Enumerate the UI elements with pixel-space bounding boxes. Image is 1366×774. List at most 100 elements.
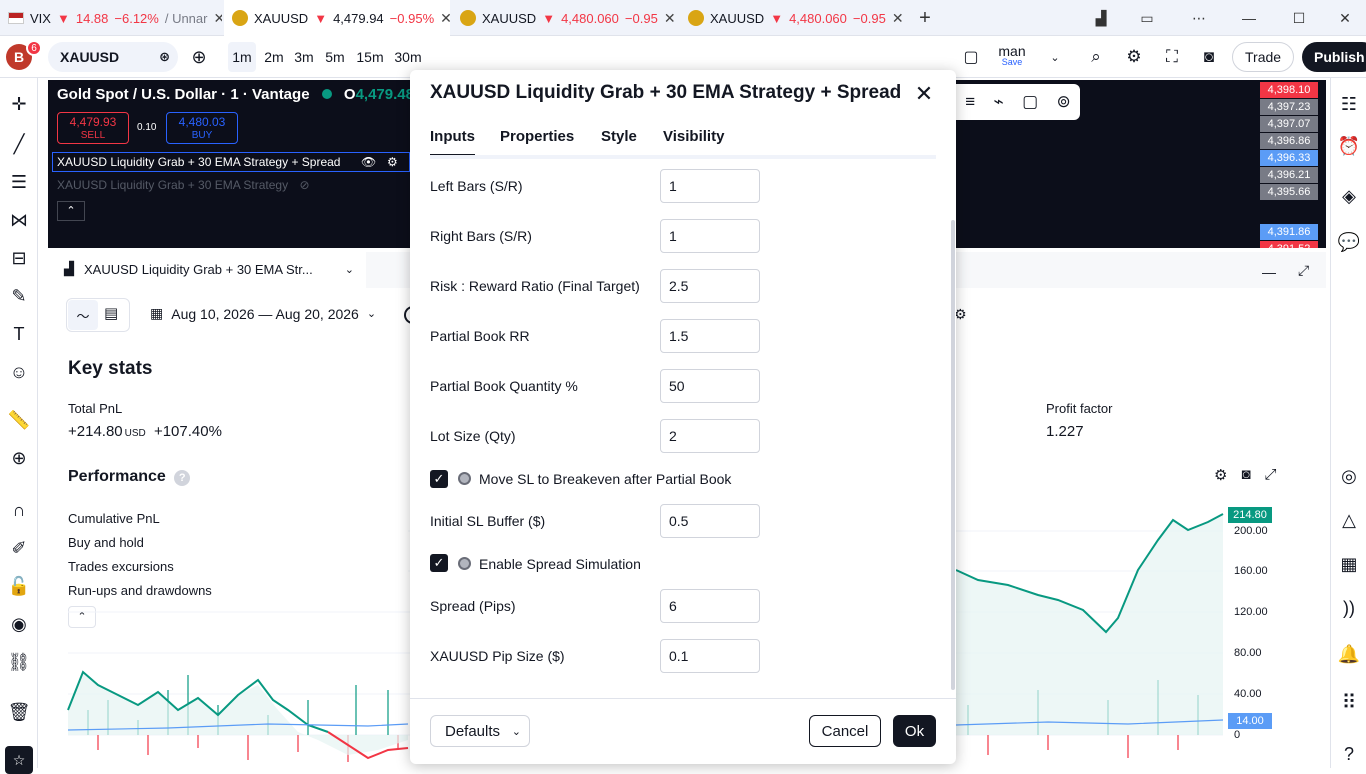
browser-tab-xauusd-3[interactable]: XAUUSD ▼ 4,480.060 −0.95 ✕ xyxy=(680,0,906,36)
trend-icon[interactable]: ⌁ xyxy=(993,92,1003,112)
watchlist-icon[interactable]: ☷ xyxy=(1335,90,1363,118)
pip-size-input[interactable]: 0.1 xyxy=(660,639,760,673)
alarm-icon[interactable]: ⏰ xyxy=(1335,132,1363,160)
link-icon[interactable]: ⛓ xyxy=(5,648,33,676)
sl-buffer-input[interactable]: 0.5 xyxy=(660,504,760,538)
compare-plus-icon[interactable]: ⊕ xyxy=(186,42,212,72)
horizontal-lines-icon[interactable]: ☰ xyxy=(5,168,33,196)
layout-square-icon[interactable]: ▢ xyxy=(960,42,982,72)
pattern-icon[interactable]: ⋈ xyxy=(5,206,33,234)
tab-visibility[interactable]: Visibility xyxy=(663,128,724,145)
defaults-dropdown[interactable]: Defaults ⌄ xyxy=(430,715,530,747)
search-icon[interactable]: ⌕ xyxy=(1084,42,1108,72)
rr-ratio-input[interactable]: 2.5 xyxy=(660,269,760,303)
collapse-legend-icon[interactable]: ⌃ xyxy=(57,201,85,221)
partial-book-qty-input[interactable]: 50 xyxy=(660,369,760,403)
trend-line-icon[interactable]: ╱ xyxy=(5,130,33,158)
interval-5m[interactable]: 5m xyxy=(323,42,347,72)
symbol-search[interactable]: XAUUSD ⊛ xyxy=(48,42,178,72)
spread-input[interactable]: 6 xyxy=(660,589,760,623)
cancel-button[interactable]: Cancel xyxy=(809,715,881,747)
fullscreen-icon[interactable]: ⛶ xyxy=(1160,42,1184,72)
close-icon[interactable]: ✕ xyxy=(664,10,676,27)
magnet-icon[interactable]: ∩ xyxy=(5,496,33,524)
indicator-legend-active[interactable]: XAUUSD Liquidity Grab + 30 EMA Strategy … xyxy=(52,152,410,172)
maximize-panel-icon[interactable]: ⤢ xyxy=(1298,262,1309,279)
browser-tab-xauusd-2[interactable]: XAUUSD ▼ 4,480.060 −0.95 ✕ xyxy=(452,0,678,36)
minimize-panel-icon[interactable]: — xyxy=(1262,264,1276,280)
new-tab-plus-icon[interactable]: + xyxy=(910,0,940,36)
right-bars-input[interactable]: 1 xyxy=(660,219,760,253)
pattern-icon[interactable]: ≡ xyxy=(965,92,975,112)
bell-icon[interactable]: 🔔 xyxy=(1335,640,1363,668)
ok-button[interactable]: Ok xyxy=(893,715,936,747)
chat-icon[interactable]: 💬 xyxy=(1335,228,1363,256)
favorite-icon[interactable]: ⊛ xyxy=(159,49,170,65)
help-icon[interactable]: ? xyxy=(174,470,191,486)
window-close-icon[interactable]: ✕ xyxy=(1322,0,1366,36)
buy-button[interactable]: 4,480.03 BUY xyxy=(166,112,238,144)
crosshair-icon[interactable]: ✛ xyxy=(5,90,33,118)
eye-icon[interactable]: ◉ xyxy=(5,610,33,638)
fib-icon[interactable]: ⊟ xyxy=(5,244,33,272)
tab-properties[interactable]: Properties xyxy=(500,128,574,145)
trash-icon[interactable]: 🗑 xyxy=(5,698,33,726)
chart-pro-icon[interactable]: ▟ xyxy=(1078,0,1124,36)
trade-button[interactable]: Trade xyxy=(1232,42,1295,72)
display-icon[interactable]: ▭ xyxy=(1124,0,1170,36)
chart-view-icon[interactable]: 〜 xyxy=(68,300,98,330)
tab-style[interactable]: Style xyxy=(601,128,637,145)
interval-2m[interactable]: 2m xyxy=(262,42,286,72)
table-view-icon[interactable]: ▤ xyxy=(104,304,118,322)
indicator-legend-hidden[interactable]: XAUUSD Liquidity Grab + 30 EMA Strategy … xyxy=(57,178,310,192)
replay-icon[interactable]: ⊚ xyxy=(1057,92,1071,112)
layout-save[interactable]: man Save xyxy=(990,42,1034,72)
help-icon[interactable]: ? xyxy=(1335,740,1363,768)
emoji-icon[interactable]: ☺ xyxy=(5,358,33,386)
ruler-icon[interactable]: 📏 xyxy=(5,406,33,434)
maximize-icon[interactable]: ☐ xyxy=(1276,0,1322,36)
date-range-selector[interactable]: ▦ Aug 10, 2026 — Aug 20, 2026 ⌄ xyxy=(150,305,376,322)
spread-sim-checkbox[interactable]: ✓ xyxy=(430,554,448,572)
interval-3m[interactable]: 3m xyxy=(292,42,316,72)
stream-icon[interactable]: )) xyxy=(1335,594,1363,622)
close-icon[interactable]: ✕ xyxy=(912,81,936,106)
close-icon[interactable]: ✕ xyxy=(440,10,450,27)
camera-icon[interactable]: ◙ xyxy=(1196,42,1222,72)
close-icon[interactable]: ✕ xyxy=(892,10,904,27)
calendar-icon[interactable]: ▦ xyxy=(1335,550,1363,578)
partial-book-rr-input[interactable]: 1.5 xyxy=(660,319,760,353)
settings-icon[interactable]: ⚙ xyxy=(387,153,398,171)
interval-1m[interactable]: 1m xyxy=(228,42,256,72)
left-bars-input[interactable]: 1 xyxy=(660,169,760,203)
more-icon[interactable]: ⋯ xyxy=(1176,0,1222,36)
strategy-selector[interactable]: ▟ XAUUSD Liquidity Grab + 30 EMA Str... … xyxy=(48,252,366,288)
settings-icon[interactable]: ⚙ xyxy=(1122,42,1146,72)
lock-icon[interactable]: 🔓 xyxy=(5,572,33,600)
close-icon[interactable]: ✕ xyxy=(213,10,222,27)
brush-icon[interactable]: ✎ xyxy=(5,282,33,310)
settings-icon[interactable]: ⚙ xyxy=(1214,466,1227,484)
browser-tab-vix[interactable]: VIX ▼ 14.88 −6.12% / Unnar ✕ xyxy=(0,0,222,36)
tab-inputs[interactable]: Inputs xyxy=(430,128,475,157)
ideas-icon[interactable]: △ xyxy=(1335,506,1363,534)
target-icon[interactable]: ◎ xyxy=(1335,462,1363,490)
star-icon[interactable]: ☆ xyxy=(5,746,33,774)
breakeven-checkbox[interactable]: ✓ xyxy=(430,470,448,488)
zoom-in-icon[interactable]: ⊕ xyxy=(5,444,33,472)
interval-30m[interactable]: 30m xyxy=(393,42,423,72)
chevron-down-icon[interactable]: ⌄ xyxy=(1046,42,1064,72)
eye-icon[interactable]: 👁 xyxy=(361,153,376,171)
pencil-lock-icon[interactable]: ✐ xyxy=(5,534,33,562)
interval-15m[interactable]: 15m xyxy=(355,42,385,72)
fullscreen-icon[interactable]: ⤢ xyxy=(1265,466,1277,484)
apps-grid-icon[interactable]: ⠿ xyxy=(1335,688,1363,716)
eye-off-icon[interactable]: ⊘ xyxy=(299,178,309,192)
dialog-scrollbar[interactable] xyxy=(951,220,955,690)
text-icon[interactable]: T xyxy=(5,320,33,348)
layers-icon[interactable]: ◈ xyxy=(1335,182,1363,210)
minimize-icon[interactable]: — xyxy=(1226,0,1272,36)
publish-button[interactable]: Publish xyxy=(1302,42,1366,72)
lot-size-input[interactable]: 2 xyxy=(660,419,760,453)
rectangle-icon[interactable]: ▢ xyxy=(1022,92,1038,112)
